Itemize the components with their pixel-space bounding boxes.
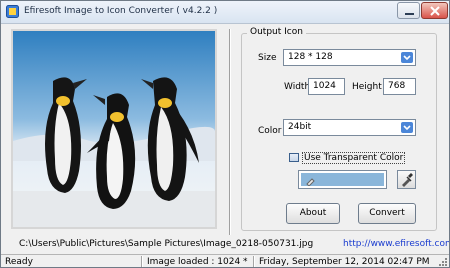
transparent-color-swatch[interactable] xyxy=(298,170,387,189)
minimize-button[interactable] xyxy=(397,2,420,19)
eyedropper-button[interactable] xyxy=(397,170,416,189)
about-button[interactable]: About xyxy=(286,203,340,224)
status-separator xyxy=(141,256,143,267)
title-bar: Efiresoft Image to Icon Converter ( v4.2… xyxy=(1,1,449,24)
chevron-down-icon[interactable] xyxy=(401,122,413,133)
window-title: Efiresoft Image to Icon Converter ( v4.2… xyxy=(24,6,218,16)
website-link[interactable]: http://www.efiresoft.com xyxy=(343,239,449,249)
color-depth-combobox[interactable]: 24bit xyxy=(283,119,416,136)
size-value: 128 * 128 xyxy=(288,52,333,62)
close-icon xyxy=(430,6,440,16)
transparent-color-label[interactable]: Use Transparent Color xyxy=(302,152,406,164)
height-label: Height xyxy=(352,82,382,92)
chevron-down-icon[interactable] xyxy=(401,52,413,63)
status-separator xyxy=(253,256,255,267)
height-value: 768 xyxy=(388,81,406,91)
size-label: Size xyxy=(258,53,277,63)
transparent-color-checkbox[interactable] xyxy=(289,153,299,162)
app-icon xyxy=(6,5,19,18)
convert-button[interactable]: Convert xyxy=(358,203,416,224)
image-preview xyxy=(11,29,217,229)
status-bar: Ready Image loaded : 1024 * ... Friday, … xyxy=(1,254,449,267)
color-picker-cursor-icon xyxy=(306,178,315,186)
resize-grip-icon[interactable] xyxy=(439,258,448,267)
status-image-loaded: Image loaded : 1024 * ... xyxy=(147,257,251,267)
minimize-icon xyxy=(405,13,414,15)
width-input[interactable]: 1024 xyxy=(308,78,345,95)
size-combobox[interactable]: 128 * 128 xyxy=(283,49,416,66)
close-button[interactable] xyxy=(421,2,448,19)
color-label: Color xyxy=(258,126,282,136)
panel-divider xyxy=(229,29,231,235)
status-ready: Ready xyxy=(5,257,33,267)
width-value: 1024 xyxy=(313,81,336,91)
width-label: Width xyxy=(284,82,311,92)
file-path: C:\Users\Public\Pictures\Sample Pictures… xyxy=(19,239,314,249)
status-datetime: Friday, September 12, 2014 02:47 PM xyxy=(259,257,430,267)
output-icon-group-title: Output Icon xyxy=(247,27,306,37)
app-window: Efiresoft Image to Icon Converter ( v4.2… xyxy=(0,0,450,268)
height-input[interactable]: 768 xyxy=(383,78,416,95)
penguins-photo xyxy=(13,31,215,227)
eyedropper-icon xyxy=(402,173,413,187)
color-depth-value: 24bit xyxy=(288,122,312,132)
